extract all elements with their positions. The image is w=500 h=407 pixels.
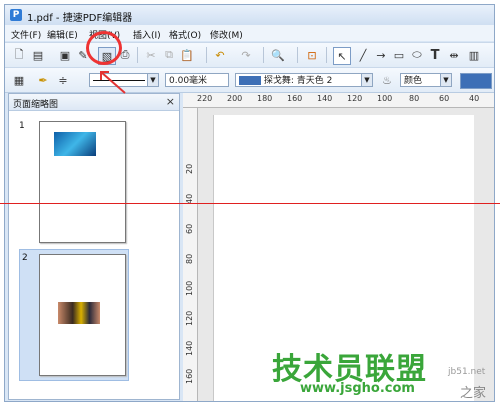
toolbar-separator [263, 47, 264, 63]
chevron-down-icon: ▼ [361, 74, 372, 86]
format-toolbar: ▦ ✒ ≑ ▼ 0.00毫米 探戈舞: 青天色 2 ▼ ♨ 颜色 ▼ [5, 67, 494, 93]
watermark-side-text-2: 之家 [460, 386, 487, 401]
toolbar-separator [137, 47, 138, 63]
highlight-tool-icon[interactable]: ▥ [466, 47, 482, 63]
red-guide-line [0, 203, 500, 204]
thumbnail-panel-title: 页面缩略图 [13, 100, 59, 110]
pen-icon[interactable]: ✒ [35, 72, 51, 88]
grid-icon[interactable]: ▦ [11, 72, 27, 88]
menu-modify[interactable]: 修改(M) [210, 28, 243, 41]
ruler-tick: 100 [377, 94, 393, 103]
window-title: 1.pdf - 捷速PDF编辑器 [27, 13, 133, 24]
ruler-tick: 100 [185, 280, 194, 296]
menu-insert[interactable]: 插入(I) [133, 28, 161, 41]
title-bar: P 1.pdf - 捷速PDF编辑器 [5, 5, 494, 25]
ruler-tick: 120 [347, 94, 363, 103]
zoom-icon[interactable]: 🔍 [270, 47, 286, 63]
fill-color-swatch [239, 76, 261, 85]
select-arrow-icon[interactable]: ↖ [333, 47, 351, 65]
page-1-image [54, 132, 96, 156]
thumbnail-panel: 页面缩略图 × 1 2 [8, 93, 180, 400]
chevron-down-icon: ▼ [440, 74, 451, 86]
ruler-tick: 80 [185, 253, 194, 264]
annotation-arrow-icon [100, 71, 126, 94]
copy-icon[interactable]: ⧉ [161, 47, 177, 63]
toolbar-separator [326, 47, 327, 63]
ellipse-tool-icon[interactable]: ⬭ [409, 47, 425, 63]
fill-color-dropdown[interactable]: 探戈舞: 青天色 2 ▼ [235, 73, 373, 87]
ruler-tick: 60 [439, 94, 450, 103]
menu-format[interactable]: 格式(O) [169, 28, 201, 41]
redo-icon[interactable]: ↷ [238, 47, 254, 63]
color-dropdown[interactable]: 颜色 ▼ [400, 73, 452, 87]
page-thumbnail-1[interactable] [39, 121, 126, 243]
vertical-ruler: 20 40 60 80 100 120 140 160 [183, 108, 198, 401]
ruler-tick: 60 [185, 223, 194, 234]
fill-color-label: 探戈舞: 青天色 2 [263, 76, 333, 86]
new-file-icon[interactable]: 🗋 [11, 47, 27, 63]
line-style-icon[interactable]: ≑ [55, 72, 71, 88]
ruler-tick: 180 [257, 94, 273, 103]
ruler-tick: 140 [185, 340, 194, 356]
ruler-tick: 20 [185, 163, 194, 174]
page-number: 2 [22, 253, 28, 263]
ruler-tick: 80 [409, 94, 420, 103]
menu-bar: 文件(F) 编辑(E) 视图(V) 插入(I) 格式(O) 修改(M) [5, 25, 494, 41]
ruler-tick: 160 [287, 94, 303, 103]
open-folder-icon[interactable]: ▤ [30, 47, 46, 63]
line-tool-icon[interactable]: ╱ [355, 47, 371, 63]
text-box-icon[interactable]: ⇹ [446, 47, 462, 63]
arrow-tool-icon[interactable]: → [373, 47, 389, 63]
ruler-tick: 160 [185, 368, 194, 384]
horizontal-ruler: 220 200 180 160 140 120 100 80 60 40 [183, 93, 494, 108]
text-tool-icon[interactable]: T [427, 47, 443, 63]
page-number: 1 [19, 121, 25, 131]
thumbnail-panel-header: 页面缩略图 × [9, 94, 179, 111]
rectangle-tool-icon[interactable]: ▭ [391, 47, 407, 63]
thumbnail-list: 1 2 [9, 111, 179, 399]
undo-icon[interactable]: ↶ [212, 47, 228, 63]
watermark-url: www.jsgho.com [300, 381, 415, 396]
fill-bucket-icon[interactable]: ♨ [379, 72, 395, 88]
page-thumbnail-2[interactable] [39, 254, 126, 376]
ruler-tick: 40 [469, 94, 480, 103]
ruler-tick: 220 [197, 94, 213, 103]
menu-edit[interactable]: 编辑(E) [47, 28, 78, 41]
paste-icon[interactable]: 📋 [179, 47, 195, 63]
ruler-tick: 200 [227, 94, 243, 103]
page-2-image [58, 302, 100, 324]
line-width-field[interactable]: 0.00毫米 [165, 73, 229, 87]
annotation-circle [86, 31, 122, 65]
main-toolbar: 🗋 ▤ ▣ ✎ ▧ ⎙ ✂ ⧉ 📋 ↶ ↷ 🔍 ⊡ ↖ ╱ → ▭ ⬭ T ⇹ … [5, 42, 494, 67]
chevron-down-icon: ▼ [147, 74, 158, 86]
toolbar-separator [297, 47, 298, 63]
close-icon[interactable]: × [166, 95, 175, 108]
color-dropdown-label: 颜色 [404, 76, 423, 86]
app-icon: P [10, 9, 22, 21]
menu-file[interactable]: 文件(F) [11, 28, 41, 41]
ruler-tick: 140 [317, 94, 333, 103]
color-swatch[interactable] [460, 73, 492, 89]
watermark-side-text: jb51.net [448, 367, 486, 377]
ruler-tick: 120 [185, 310, 194, 326]
stamp-icon[interactable]: ⊡ [304, 47, 320, 63]
toolbar-separator [206, 47, 207, 63]
save-icon[interactable]: ▣ [57, 47, 73, 63]
cut-icon[interactable]: ✂ [143, 47, 159, 63]
